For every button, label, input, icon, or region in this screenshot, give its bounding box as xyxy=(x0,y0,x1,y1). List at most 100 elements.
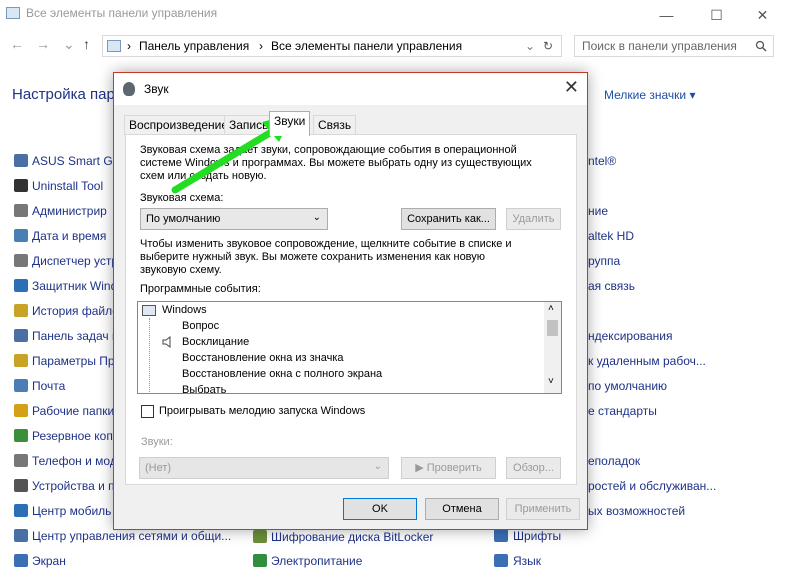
control-panel-item[interactable]: Диспетчер устр xyxy=(32,254,118,268)
test-button[interactable]: ▶ Проверить xyxy=(401,457,496,479)
scheme-label: Звуковая схема: xyxy=(140,192,224,204)
speaker-icon xyxy=(162,336,171,348)
tree-line xyxy=(149,318,150,393)
page-heading: Настройка пар xyxy=(12,86,115,103)
control-panel-item[interactable]: Резервное копи xyxy=(32,429,120,443)
search-placeholder: Поиск в панели управления xyxy=(582,39,737,53)
item-icon xyxy=(14,229,28,242)
scroll-down-icon[interactable]: ˅ xyxy=(548,376,554,387)
maximize-button[interactable]: ☐ xyxy=(694,0,739,30)
control-panel-item[interactable]: Центр управления сетями и общи... xyxy=(32,529,231,543)
control-panel-item[interactable]: Uninstall Tool xyxy=(32,179,103,193)
control-panel-item[interactable]: Телефон и мод xyxy=(32,454,117,468)
forward-button[interactable]: → xyxy=(36,36,50,52)
close-button[interactable]: ✕ xyxy=(740,0,785,30)
breadcrumb-control-panel[interactable]: Панель управления xyxy=(139,39,249,53)
sound-select[interactable]: (Нет) ⌄ xyxy=(139,457,389,479)
cancel-button[interactable]: Отмена xyxy=(425,498,499,520)
apply-button[interactable]: Применить xyxy=(506,498,580,520)
control-panel-item[interactable]: Защитник Wind xyxy=(32,279,117,293)
address-bar[interactable]: › Панель управления › Все элементы панел… xyxy=(102,35,562,57)
events-scrollbar[interactable]: ˄ ˅ xyxy=(544,302,561,393)
bitlocker-icon xyxy=(253,530,267,543)
control-panel-item[interactable]: еполадок xyxy=(588,454,640,468)
scheme-select[interactable]: По умолчанию ⌄ xyxy=(140,208,328,230)
minimize-button[interactable]: — xyxy=(644,0,689,30)
control-panel-item[interactable]: Почта xyxy=(32,379,65,393)
tab-recording[interactable]: Запись xyxy=(224,115,274,135)
control-panel-item[interactable]: ая связь xyxy=(588,279,635,293)
event-item[interactable]: Выбрать xyxy=(182,384,226,393)
chevron-down-icon: ⌄ xyxy=(312,212,321,223)
item-bitlocker[interactable]: Шифрование диска BitLocker xyxy=(271,530,433,544)
control-panel-item[interactable]: altek HD xyxy=(588,229,634,243)
play-startup-checkbox[interactable] xyxy=(141,405,154,418)
control-panel-item[interactable]: ASUS Smart Ges xyxy=(32,154,125,168)
refresh-icon[interactable]: ↻ xyxy=(543,39,553,53)
item-icon xyxy=(14,329,28,342)
item-icon xyxy=(14,204,28,217)
control-panel-item[interactable]: по умолчанию xyxy=(588,379,667,393)
event-group-windows[interactable]: Windows xyxy=(162,304,207,316)
window-titlebar: Все элементы панели управления — ☐ ✕ xyxy=(0,0,785,30)
control-panel-icon xyxy=(107,40,121,52)
control-panel-item[interactable]: е стандарты xyxy=(588,404,657,418)
control-panel-item[interactable]: к удаленным рабоч... xyxy=(588,354,706,368)
back-button[interactable]: ← xyxy=(10,36,24,52)
address-dropdown-icon[interactable]: ⌄ xyxy=(525,39,535,53)
description-line-1: Звуковая схема задает звуки, сопровождаю… xyxy=(140,144,517,156)
item-icon xyxy=(14,454,28,467)
play-startup-label[interactable]: Проигрывать мелодию запуска Windows xyxy=(159,405,365,418)
control-panel-item[interactable]: ростей и обслуживан... xyxy=(588,479,716,493)
address-separator: › xyxy=(127,39,131,53)
item-icon xyxy=(14,354,28,367)
event-item[interactable]: Восстановление окна с полного экрана xyxy=(182,368,382,380)
control-panel-item[interactable]: Дата и время xyxy=(32,229,106,243)
control-panel-item[interactable]: Панель задач и xyxy=(32,329,119,343)
address-row: ← → ⌄ ↑ › Панель управления › Все элемен… xyxy=(0,30,785,60)
sound-value: (Нет) xyxy=(145,462,172,474)
item-power[interactable]: Электропитание xyxy=(271,554,362,568)
recent-dropdown-icon[interactable]: ⌄ xyxy=(63,36,75,53)
item-icon xyxy=(14,504,28,517)
description-line-2: системе Windows и программах. Вы можете … xyxy=(140,157,532,169)
control-panel-item[interactable]: Параметры Пр xyxy=(32,354,115,368)
scroll-up-icon[interactable]: ˄ xyxy=(548,303,554,314)
control-panel-item[interactable]: руппа xyxy=(588,254,620,268)
browse-button[interactable]: Обзор... xyxy=(506,457,561,479)
control-panel-item[interactable]: ntel® xyxy=(588,154,616,168)
control-panel-item[interactable]: ых возможностей xyxy=(588,504,685,518)
events-listbox[interactable]: Windows Вопрос Восклицание Восстановлени… xyxy=(137,301,562,394)
ok-button[interactable]: OK xyxy=(343,498,417,520)
item-icon xyxy=(14,479,28,492)
item-icon xyxy=(14,404,28,417)
item-icon xyxy=(14,554,28,567)
dialog-close-button[interactable]: ✕ xyxy=(564,77,579,98)
delete-button[interactable]: Удалить xyxy=(506,208,561,230)
sounds-label: Звуки: xyxy=(141,436,173,448)
item-icon xyxy=(14,304,28,317)
control-panel-item[interactable]: ние xyxy=(588,204,608,218)
control-panel-item[interactable]: Центр мобиль xyxy=(32,504,111,518)
view-by-dropdown[interactable]: Мелкие значки ▾ xyxy=(604,88,696,102)
search-input[interactable]: Поиск в панели управления xyxy=(574,35,774,57)
event-item[interactable]: Вопрос xyxy=(182,320,219,332)
windows-group-icon xyxy=(142,305,156,316)
control-panel-item[interactable]: Устройства и п xyxy=(32,479,115,493)
breadcrumb-all-items[interactable]: Все элементы панели управления xyxy=(271,39,462,53)
control-panel-item[interactable]: Рабочие папки xyxy=(32,404,114,418)
control-panel-item[interactable]: Язык xyxy=(513,554,541,568)
tab-communications[interactable]: Связь xyxy=(313,115,357,135)
control-panel-item[interactable]: Шрифты xyxy=(513,529,561,543)
tab-playback[interactable]: Воспроизведение xyxy=(124,115,234,135)
event-item[interactable]: Восстановление окна из значка xyxy=(182,352,344,364)
scroll-thumb[interactable] xyxy=(547,320,558,336)
tab-sounds[interactable]: Звуки xyxy=(269,111,311,136)
control-panel-item[interactable]: ндексирования xyxy=(588,329,672,343)
save-as-button[interactable]: Сохранить как... xyxy=(401,208,496,230)
event-item[interactable]: Восклицание xyxy=(182,336,249,348)
up-button[interactable]: ↑ xyxy=(83,36,90,52)
control-panel-item[interactable]: Экран xyxy=(32,554,66,568)
control-panel-item[interactable]: Администрир xyxy=(32,204,107,218)
control-panel-item[interactable]: История файло xyxy=(32,304,119,318)
